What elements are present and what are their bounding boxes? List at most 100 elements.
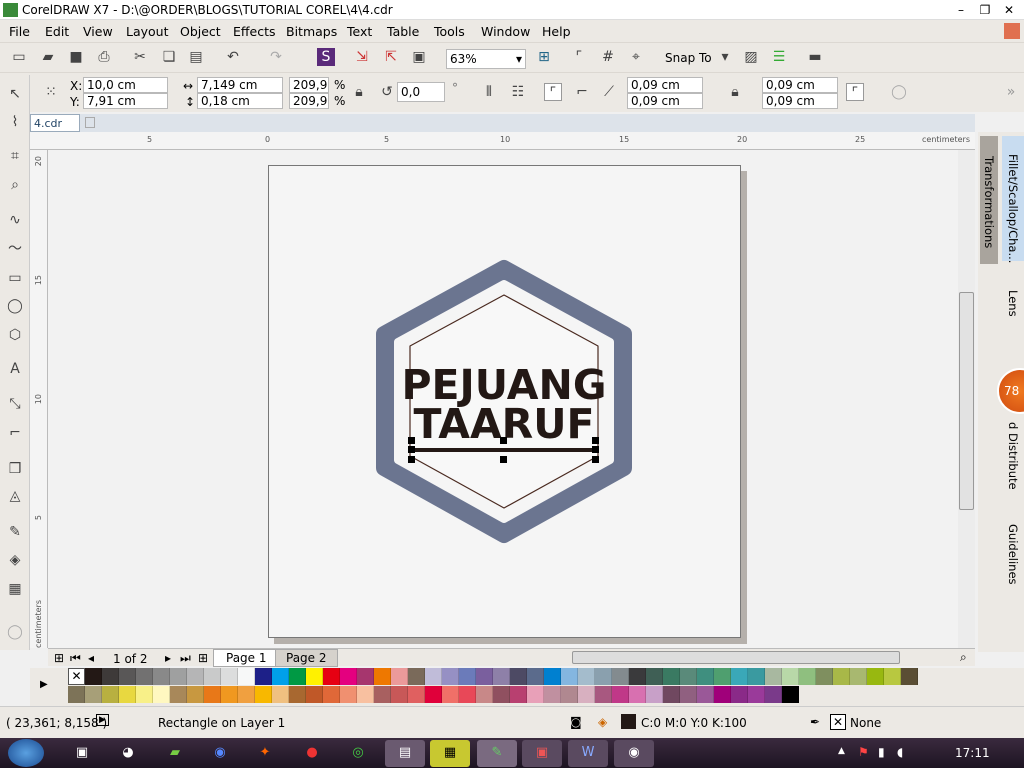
color-swatch[interactable] <box>799 668 816 685</box>
color-swatch[interactable] <box>221 668 238 685</box>
artistic-media-icon[interactable]: 〜 <box>6 240 24 258</box>
y-position-input[interactable]: 7,91 cm <box>83 93 168 109</box>
account-icon[interactable] <box>1004 23 1020 39</box>
paste-icon[interactable]: ▤ <box>187 48 205 66</box>
mirror-horizontal-icon[interactable]: ⫴ <box>480 83 498 101</box>
color-swatch[interactable] <box>493 668 510 685</box>
application-launcher-icon[interactable]: ▬ <box>806 48 824 66</box>
vertical-ruler[interactable]: 20 15 10 5 centimeters <box>30 150 48 648</box>
horizontal-ruler[interactable]: 5 0 5 10 15 20 25 centimeters <box>30 132 975 150</box>
scale-x-input[interactable]: 209,9 <box>289 77 329 93</box>
color-swatch[interactable] <box>680 686 697 703</box>
color-swatch[interactable] <box>374 686 391 703</box>
shape-tool-icon[interactable]: ⌇ <box>6 113 24 131</box>
color-swatch[interactable] <box>408 668 425 685</box>
color-swatch[interactable] <box>612 686 629 703</box>
color-swatch[interactable] <box>204 668 221 685</box>
action-center-icon[interactable]: ⚑ <box>858 745 869 759</box>
docker-tab-fillet[interactable]: Fillet/Scallop/Cha... <box>1006 154 1020 263</box>
open-icon[interactable]: ▰ <box>39 48 57 66</box>
color-swatch[interactable] <box>442 686 459 703</box>
copy-icon[interactable]: ❏ <box>160 48 178 66</box>
next-page-icon[interactable]: ▸ <box>165 651 171 665</box>
color-swatch[interactable] <box>323 686 340 703</box>
color-swatch[interactable] <box>204 686 221 703</box>
menu-table[interactable]: Table <box>387 24 419 39</box>
rulers-icon[interactable]: ⌜ <box>570 48 588 66</box>
color-swatch[interactable] <box>629 686 646 703</box>
add-docker-icon[interactable]: ◯ <box>890 83 908 101</box>
zoom-tool-icon[interactable]: ⌕ <box>6 176 24 194</box>
ellipse-tool-icon[interactable]: ◯ <box>6 297 24 315</box>
color-swatch[interactable] <box>102 668 119 685</box>
docker-tab-lens[interactable]: Lens <box>1006 290 1020 317</box>
no-color-swatch[interactable]: ✕ <box>68 668 85 685</box>
menu-edit[interactable]: Edit <box>45 24 69 39</box>
options-icon[interactable]: ☰ <box>770 48 788 66</box>
color-swatch[interactable] <box>68 686 85 703</box>
fill-color-swatch[interactable] <box>621 714 636 729</box>
taskbar-coreldraw[interactable]: ✎ <box>477 740 517 767</box>
color-swatch[interactable] <box>391 686 408 703</box>
x-position-input[interactable]: 10,0 cm <box>83 77 168 93</box>
color-swatch[interactable] <box>408 686 425 703</box>
taskbar-word[interactable]: W <box>568 740 608 767</box>
chamfered-corner-icon[interactable]: ⟋ <box>600 83 618 101</box>
lock-ratio-icon[interactable]: 🔒︎ <box>350 83 368 101</box>
color-swatch[interactable] <box>85 686 102 703</box>
color-swatch[interactable] <box>765 686 782 703</box>
menu-bitmaps[interactable]: Bitmaps <box>286 24 337 39</box>
page[interactable] <box>268 165 741 638</box>
new-icon[interactable]: ▭ <box>10 48 28 66</box>
color-swatch[interactable] <box>748 686 765 703</box>
snap-to-dropdown[interactable]: Snap To <box>665 51 712 65</box>
color-swatch[interactable] <box>561 668 578 685</box>
color-swatch[interactable] <box>731 668 748 685</box>
zoom-navigator-icon[interactable]: ⌕ <box>960 650 967 665</box>
scalloped-corner-icon[interactable]: ⌐ <box>573 83 591 101</box>
color-swatch[interactable] <box>544 686 561 703</box>
last-page-icon[interactable]: ⏭ <box>180 651 191 666</box>
color-swatch[interactable] <box>782 686 799 703</box>
add-page-icon[interactable]: ⊞ <box>54 651 64 665</box>
color-swatch[interactable] <box>102 686 119 703</box>
menu-effects[interactable]: Effects <box>233 24 276 39</box>
color-swatch[interactable] <box>153 668 170 685</box>
scale-y-input[interactable]: 209,9 <box>289 93 329 109</box>
color-swatch[interactable] <box>748 668 765 685</box>
relative-corner-scaling-icon[interactable]: ⌜ <box>846 83 864 101</box>
menu-layout[interactable]: Layout <box>126 24 169 39</box>
menu-view[interactable]: View <box>83 24 113 39</box>
color-swatch[interactable] <box>357 668 374 685</box>
smart-fill-icon[interactable]: ▦ <box>6 580 24 598</box>
import-icon[interactable]: ⇲ <box>353 48 371 66</box>
color-swatch[interactable] <box>714 668 731 685</box>
eyedropper-icon[interactable]: ✎ <box>6 523 24 541</box>
page-tab-1[interactable]: Page 1 <box>213 649 280 667</box>
color-swatch[interactable] <box>510 668 527 685</box>
text-tool-icon[interactable]: A <box>6 360 24 378</box>
color-swatch[interactable] <box>595 668 612 685</box>
color-swatch[interactable] <box>238 686 255 703</box>
color-swatch[interactable] <box>136 686 153 703</box>
connector-tool-icon[interactable]: ⌐ <box>6 424 24 442</box>
guidelines-icon[interactable]: ⌖ <box>627 48 645 66</box>
color-swatch[interactable] <box>459 668 476 685</box>
color-swatch[interactable] <box>816 668 833 685</box>
color-swatch[interactable] <box>187 686 204 703</box>
menu-text[interactable]: Text <box>347 24 372 39</box>
color-swatch[interactable] <box>289 668 306 685</box>
color-swatch[interactable] <box>884 668 901 685</box>
minimize-button[interactable]: – <box>952 2 970 18</box>
color-swatch[interactable] <box>119 686 136 703</box>
color-swatch[interactable] <box>255 668 272 685</box>
corner-bottom-right-input[interactable]: 0,09 cm <box>762 93 838 109</box>
color-swatch[interactable] <box>697 668 714 685</box>
welcome-screen-icon[interactable]: ▨ <box>742 48 760 66</box>
start-button[interactable] <box>8 739 44 767</box>
document-tab[interactable]: 4.cdr <box>30 114 80 132</box>
docker-tab-transformations[interactable]: Transformations <box>982 156 996 248</box>
color-swatch[interactable] <box>646 686 663 703</box>
color-swatch[interactable] <box>544 668 561 685</box>
export-icon[interactable]: ⇱ <box>382 48 400 66</box>
